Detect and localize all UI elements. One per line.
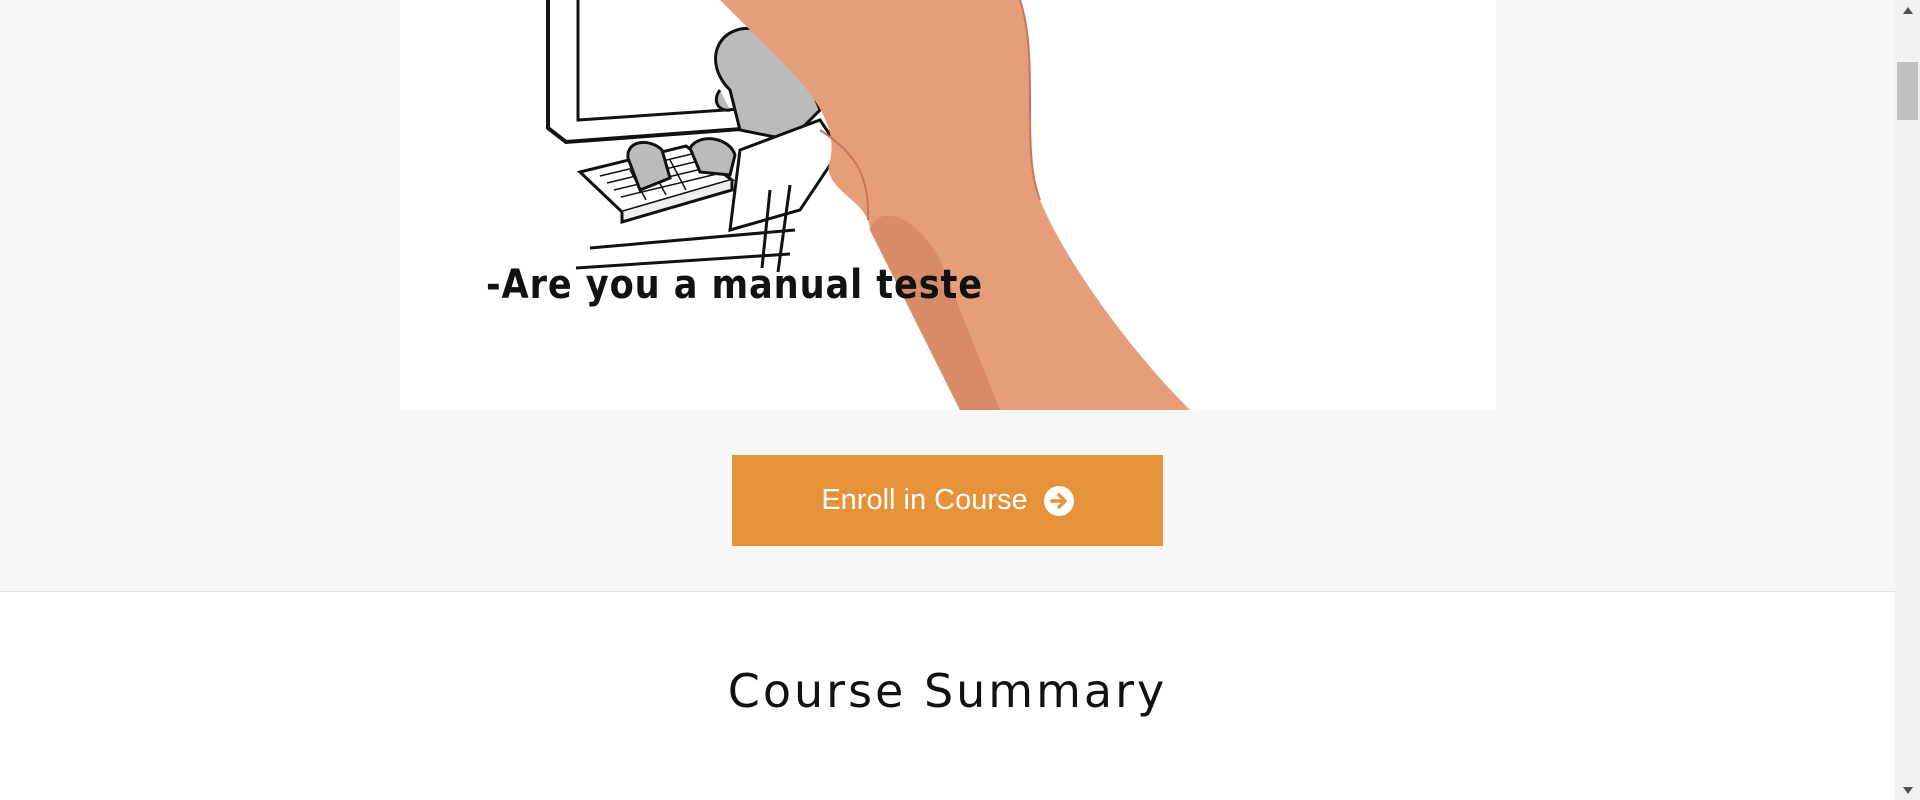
video-section: -Are you a manual teste Enroll in Course	[0, 0, 1895, 592]
scroll-down-arrow-icon	[1902, 786, 1913, 794]
scroll-up-button[interactable]	[1895, 0, 1920, 20]
enroll-button-label: Enroll in Course	[821, 484, 1028, 516]
course-summary-title: Course Summary	[727, 664, 1168, 718]
arrow-circle-right-icon	[1043, 485, 1074, 516]
vertical-scrollbar[interactable]	[1895, 0, 1920, 800]
course-video[interactable]: -Are you a manual teste	[400, 0, 1496, 410]
scroll-up-arrow-icon	[1902, 6, 1913, 14]
scroll-thumb[interactable]	[1897, 62, 1918, 120]
video-caption: -Are you a manual teste	[486, 262, 984, 308]
page: -Are you a manual teste Enroll in Course…	[0, 0, 1895, 800]
course-summary-section: Course Summary	[0, 592, 1895, 800]
whiteboard-illustration	[546, 0, 1190, 410]
enroll-in-course-button[interactable]: Enroll in Course	[732, 455, 1163, 546]
scroll-down-button[interactable]	[1895, 780, 1920, 800]
